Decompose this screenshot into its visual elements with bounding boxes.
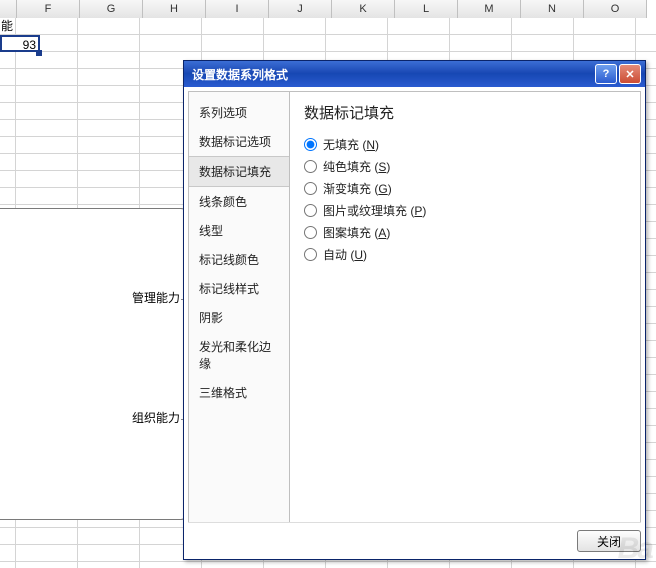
category-list: 系列选项数据标记选项数据标记填充线条颜色线型标记线颜色标记线样式阴影发光和柔化边… <box>188 91 290 523</box>
close-button[interactable]: 关闭 <box>577 530 641 552</box>
column-header-n[interactable]: N <box>521 0 584 19</box>
fill-radio-pattern[interactable] <box>304 226 317 239</box>
fill-option-gradient[interactable]: 渐变填充 (G) <box>304 177 626 199</box>
column-header-o[interactable]: O <box>584 0 647 19</box>
category-item[interactable]: 发光和柔化边缘 <box>189 332 289 378</box>
column-header-h[interactable]: H <box>143 0 206 19</box>
active-cell-f2[interactable]: 93 <box>0 35 40 52</box>
column-header-j[interactable]: J <box>269 0 332 19</box>
category-item[interactable]: 标记线颜色 <box>189 245 289 274</box>
fill-radio-none[interactable] <box>304 138 317 151</box>
chart-axis-label-1: 管理能力 <box>132 289 180 306</box>
options-panel: 数据标记填充 无填充 (N)纯色填充 (S)渐变填充 (G)图片或纹理填充 (P… <box>290 91 641 523</box>
fill-option-none[interactable]: 无填充 (N) <box>304 133 626 155</box>
embedded-chart[interactable]: 管理能力 组织能力 <box>0 208 187 520</box>
category-item[interactable]: 数据标记选项 <box>189 127 289 156</box>
column-header-k[interactable]: K <box>332 0 395 19</box>
column-header-l[interactable]: L <box>395 0 458 19</box>
fill-radio-picture[interactable] <box>304 204 317 217</box>
category-item[interactable]: 线条颜色 <box>189 187 289 216</box>
category-item[interactable]: 标记线样式 <box>189 274 289 303</box>
fill-handle[interactable] <box>36 50 42 56</box>
panel-title: 数据标记填充 <box>304 102 626 123</box>
fill-option-picture[interactable]: 图片或纹理填充 (P) <box>304 199 626 221</box>
close-icon[interactable]: ✕ <box>619 64 641 84</box>
help-button[interactable]: ? <box>595 64 617 84</box>
col-gutter <box>0 0 17 19</box>
dialog-footer: 关闭 <box>188 522 641 555</box>
cell-f1[interactable]: 能力 <box>0 18 15 35</box>
category-item[interactable]: 线型 <box>189 216 289 245</box>
dialog-titlebar[interactable]: 设置数据系列格式 ? ✕ <box>184 61 645 87</box>
column-header-g[interactable]: G <box>80 0 143 19</box>
fill-options: 无填充 (N)纯色填充 (S)渐变填充 (G)图片或纹理填充 (P)图案填充 (… <box>304 133 626 265</box>
fill-radio-gradient[interactable] <box>304 182 317 195</box>
category-item[interactable]: 系列选项 <box>189 98 289 127</box>
fill-option-pattern[interactable]: 图案填充 (A) <box>304 221 626 243</box>
fill-option-auto[interactable]: 自动 (U) <box>304 243 626 265</box>
fill-radio-solid[interactable] <box>304 160 317 173</box>
dialog-title: 设置数据系列格式 <box>188 66 593 83</box>
column-headers: FGHIJKLMNO <box>0 0 656 18</box>
column-header-f[interactable]: F <box>17 0 80 19</box>
format-data-series-dialog: 设置数据系列格式 ? ✕ 系列选项数据标记选项数据标记填充线条颜色线型标记线颜色… <box>183 60 646 560</box>
category-item[interactable]: 数据标记填充 <box>189 156 289 187</box>
category-item[interactable]: 三维格式 <box>189 378 289 407</box>
column-header-i[interactable]: I <box>206 0 269 19</box>
category-item[interactable]: 阴影 <box>189 303 289 332</box>
app-root: FGHIJKLMNO 能力 93 管理能力 组织能力 设置数据系列格式 ? ✕ … <box>0 0 656 568</box>
column-header-m[interactable]: M <box>458 0 521 19</box>
fill-radio-auto[interactable] <box>304 248 317 261</box>
chart-axis-label-2: 组织能力 <box>132 409 180 426</box>
dialog-body: 系列选项数据标记选项数据标记填充线条颜色线型标记线颜色标记线样式阴影发光和柔化边… <box>188 91 641 523</box>
fill-option-solid[interactable]: 纯色填充 (S) <box>304 155 626 177</box>
